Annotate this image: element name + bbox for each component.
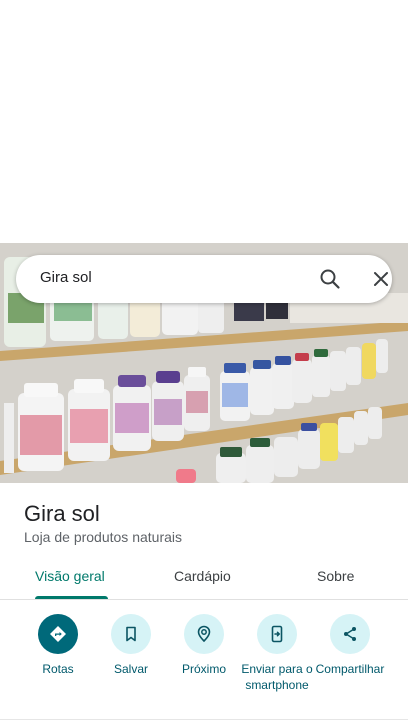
nearby-icon[interactable] [184,614,224,654]
map-blank-area [0,0,408,243]
share-label: Compartilhar [315,662,385,676]
tab-overview[interactable]: Visão geral [35,568,105,584]
place-category: Loja de produtos naturais [24,529,182,545]
send-to-phone-label: Enviar para o smartphone [241,662,313,692]
send-to-phone-button[interactable]: Enviar para o smartphone [237,614,317,693]
tab-menu[interactable]: Cardápio [174,568,231,584]
bookmark-icon[interactable] [111,614,151,654]
share-button[interactable]: Compartilhar [310,614,390,677]
tab-about[interactable]: Sobre [317,568,354,584]
search-icon[interactable] [318,267,342,291]
share-icon[interactable] [330,614,370,654]
bottom-divider [0,719,408,720]
tab-bar: Visão geral Cardápio Sobre [0,556,408,600]
directions-icon[interactable] [38,614,78,654]
search-bar[interactable]: Gira sol [16,255,392,303]
place-title: Gira sol [24,501,100,526]
close-icon[interactable] [369,267,393,291]
save-label: Salvar [113,662,148,676]
save-button[interactable]: Salvar [91,614,171,677]
nearby-label: Próximo [181,662,226,676]
directions-button[interactable]: Rotas [18,614,98,677]
active-tab-indicator [35,596,108,599]
directions-label: Rotas [42,662,74,676]
send-to-phone-icon[interactable] [257,614,297,654]
search-input[interactable]: Gira sol [40,269,92,286]
nearby-button[interactable]: Próximo [164,614,244,677]
